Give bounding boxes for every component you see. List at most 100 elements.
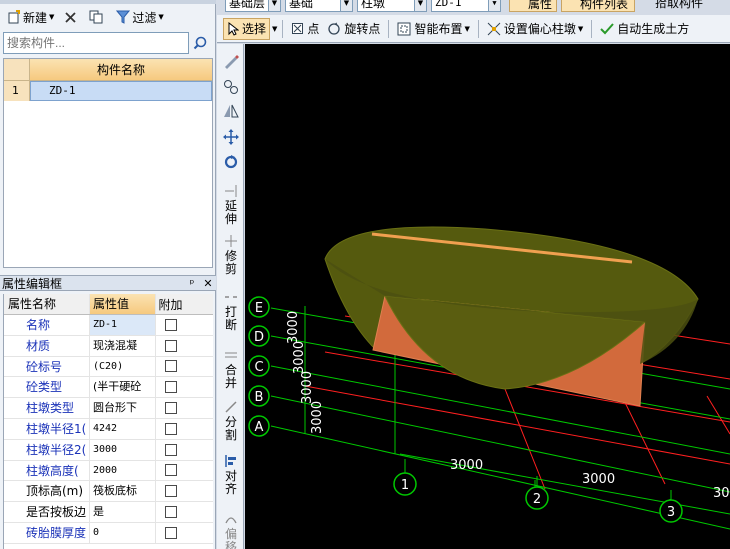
filter-button[interactable]: 过滤 ▼ bbox=[113, 6, 166, 28]
property-value[interactable]: 0 bbox=[89, 522, 155, 543]
col-header-extra: 附加 bbox=[155, 294, 185, 314]
property-name: 柱墩半径1( bbox=[26, 421, 87, 436]
category-select[interactable]: 基础 ▼ bbox=[285, 0, 353, 12]
property-row[interactable]: 砖胎膜厚度 0 bbox=[4, 522, 213, 544]
property-value[interactable]: 2000 bbox=[89, 460, 155, 481]
property-extra-checkbox[interactable] bbox=[164, 443, 177, 456]
property-name: 砼类型 bbox=[26, 380, 63, 395]
property-value[interactable]: (C20) bbox=[89, 356, 155, 377]
property-value[interactable]: (半干硬砼 bbox=[89, 377, 155, 398]
axis-bubble-row-e[interactable]: E bbox=[248, 296, 270, 318]
property-row[interactable]: 顶标高(m) 筏板底标 bbox=[4, 481, 213, 503]
property-name: 是否按板边 bbox=[26, 505, 87, 520]
pin-icon[interactable]: ᵖ bbox=[184, 277, 200, 290]
property-extra-checkbox[interactable] bbox=[164, 485, 177, 498]
offset-tool-label[interactable]: 偏移 bbox=[223, 528, 239, 549]
property-extra-checkbox[interactable] bbox=[164, 318, 177, 331]
move-icon[interactable] bbox=[222, 128, 240, 146]
properties-tab[interactable]: 属性 bbox=[509, 0, 557, 12]
axis-bubble-col-2[interactable]: 2 bbox=[525, 486, 549, 510]
property-value[interactable]: 现浇混凝 bbox=[89, 335, 155, 356]
pick-component-button[interactable]: 拾取构件 bbox=[637, 0, 717, 12]
floor-select[interactable]: 基础层 ▼ bbox=[225, 0, 281, 12]
trim-icon[interactable] bbox=[222, 232, 240, 250]
property-row[interactable]: 砼类型 (半干硬砼 bbox=[4, 377, 213, 399]
pile-cap-model[interactable] bbox=[324, 226, 699, 407]
property-extra-cell bbox=[155, 377, 185, 398]
property-value[interactable]: 圆台形下 bbox=[89, 398, 155, 418]
split-label[interactable]: 分割 bbox=[223, 416, 239, 442]
property-extra-checkbox[interactable] bbox=[164, 381, 177, 394]
property-row[interactable]: 名称 ZD-1 bbox=[4, 315, 213, 336]
drawing-viewport[interactable]: E D C B A 1 2 3 3000 3000 3000 3000 3000… bbox=[245, 44, 730, 549]
property-extra-checkbox[interactable] bbox=[164, 402, 177, 415]
property-value[interactable]: 是 bbox=[89, 502, 155, 522]
new-button[interactable]: 新建 ▼ bbox=[4, 6, 57, 28]
axis-label-col-3: 3 bbox=[667, 505, 675, 520]
align-label[interactable]: 对齐 bbox=[223, 470, 239, 496]
select-button[interactable]: 选择 bbox=[223, 17, 271, 40]
axis-bubble-row-c[interactable]: C bbox=[248, 355, 270, 377]
select-label: 选择 bbox=[242, 22, 267, 36]
extend-label[interactable]: 延伸 bbox=[223, 200, 239, 226]
property-name: 柱墩高度( bbox=[26, 463, 79, 478]
property-extra-checkbox[interactable] bbox=[164, 526, 177, 539]
property-row[interactable]: 是否按板边是 bbox=[4, 502, 213, 523]
horizontal-dimension-labels: 3000 3000 30 bbox=[450, 458, 730, 501]
property-row[interactable]: 砼标号 (C20) bbox=[4, 356, 213, 378]
axis-bubble-row-a[interactable]: A bbox=[248, 415, 270, 437]
property-extra-checkbox[interactable] bbox=[164, 422, 177, 435]
copy-object-icon[interactable] bbox=[222, 78, 240, 96]
break-label[interactable]: 打断 bbox=[223, 306, 239, 332]
set-offset-button[interactable]: 设置偏心柱墩 ▼ bbox=[484, 18, 586, 40]
property-extra-checkbox[interactable] bbox=[164, 360, 177, 373]
chevron-down-icon[interactable]: ▼ bbox=[272, 25, 277, 33]
property-row[interactable]: 柱墩半径2(3000 bbox=[4, 439, 213, 461]
property-extra-checkbox[interactable] bbox=[164, 506, 177, 519]
header-component-name[interactable]: 构件名称 bbox=[30, 59, 212, 81]
property-extra-checkbox[interactable] bbox=[164, 464, 177, 477]
smart-place-button[interactable]: 智能布置 ▼ bbox=[394, 18, 472, 40]
3d-scene[interactable]: E D C B A 1 2 3 3000 3000 3000 3000 3000… bbox=[245, 44, 730, 549]
point-button[interactable]: 点 bbox=[288, 18, 322, 40]
component-list-header: 构件名称 bbox=[4, 59, 212, 81]
property-extra-checkbox[interactable] bbox=[164, 339, 177, 352]
property-value[interactable]: ZD-1 bbox=[89, 315, 155, 335]
list-item[interactable]: 1 ZD-1 bbox=[4, 81, 212, 101]
property-value[interactable]: 筏板底标 bbox=[89, 481, 155, 502]
property-value[interactable]: 3000 bbox=[89, 439, 155, 460]
search-button[interactable] bbox=[189, 32, 211, 54]
draw-toolbar: 选择 ▼ 点 旋转点 智能布置 ▼ 设置偏心柱墩 ▼ 自动生成土方 bbox=[217, 15, 730, 43]
split-icon[interactable] bbox=[222, 398, 240, 416]
mirror-icon[interactable] bbox=[222, 102, 240, 120]
trim-label[interactable]: 修剪 bbox=[223, 250, 239, 276]
axis-bubble-row-d[interactable]: D bbox=[248, 325, 270, 347]
property-row[interactable]: 柱墩半径1(4242 bbox=[4, 418, 213, 440]
delete-button[interactable] bbox=[61, 6, 82, 28]
component-list-tab[interactable]: 构件列表 bbox=[561, 0, 635, 12]
smart-place-label: 智能布置 bbox=[414, 22, 463, 36]
search-input[interactable] bbox=[3, 32, 189, 54]
align-icon[interactable] bbox=[222, 452, 240, 470]
merge-label[interactable]: 合并 bbox=[223, 364, 239, 390]
close-icon[interactable]: ✕ bbox=[200, 277, 216, 290]
property-row[interactable]: 柱墩高度( 2000 bbox=[4, 460, 213, 482]
type-select[interactable]: 柱墩 ▼ bbox=[357, 0, 427, 12]
rotate-point-button[interactable]: 旋转点 bbox=[324, 18, 383, 40]
property-row[interactable]: 材质 现浇混凝 bbox=[4, 335, 213, 357]
axis-bubble-row-b[interactable]: B bbox=[248, 385, 270, 407]
offset-tool-icon[interactable] bbox=[222, 510, 240, 528]
break-icon[interactable] bbox=[222, 288, 240, 306]
extend-icon[interactable] bbox=[222, 182, 240, 200]
axis-bubble-col-3[interactable]: 3 bbox=[659, 499, 683, 523]
merge-icon[interactable] bbox=[222, 346, 240, 364]
copy-button[interactable] bbox=[86, 6, 109, 28]
pen-icon[interactable] bbox=[222, 52, 240, 70]
component-select[interactable]: ZD-1 ▼ bbox=[431, 0, 501, 12]
property-value[interactable]: 4242 bbox=[89, 418, 155, 439]
rotate-icon[interactable] bbox=[222, 152, 240, 170]
property-row[interactable]: 柱墩类型 圆台形下 bbox=[4, 398, 213, 419]
row-component-name[interactable]: ZD-1 bbox=[30, 81, 212, 101]
axis-bubble-col-1[interactable]: 1 bbox=[393, 472, 417, 496]
auto-earthwork-button[interactable]: 自动生成土方 bbox=[597, 18, 692, 40]
